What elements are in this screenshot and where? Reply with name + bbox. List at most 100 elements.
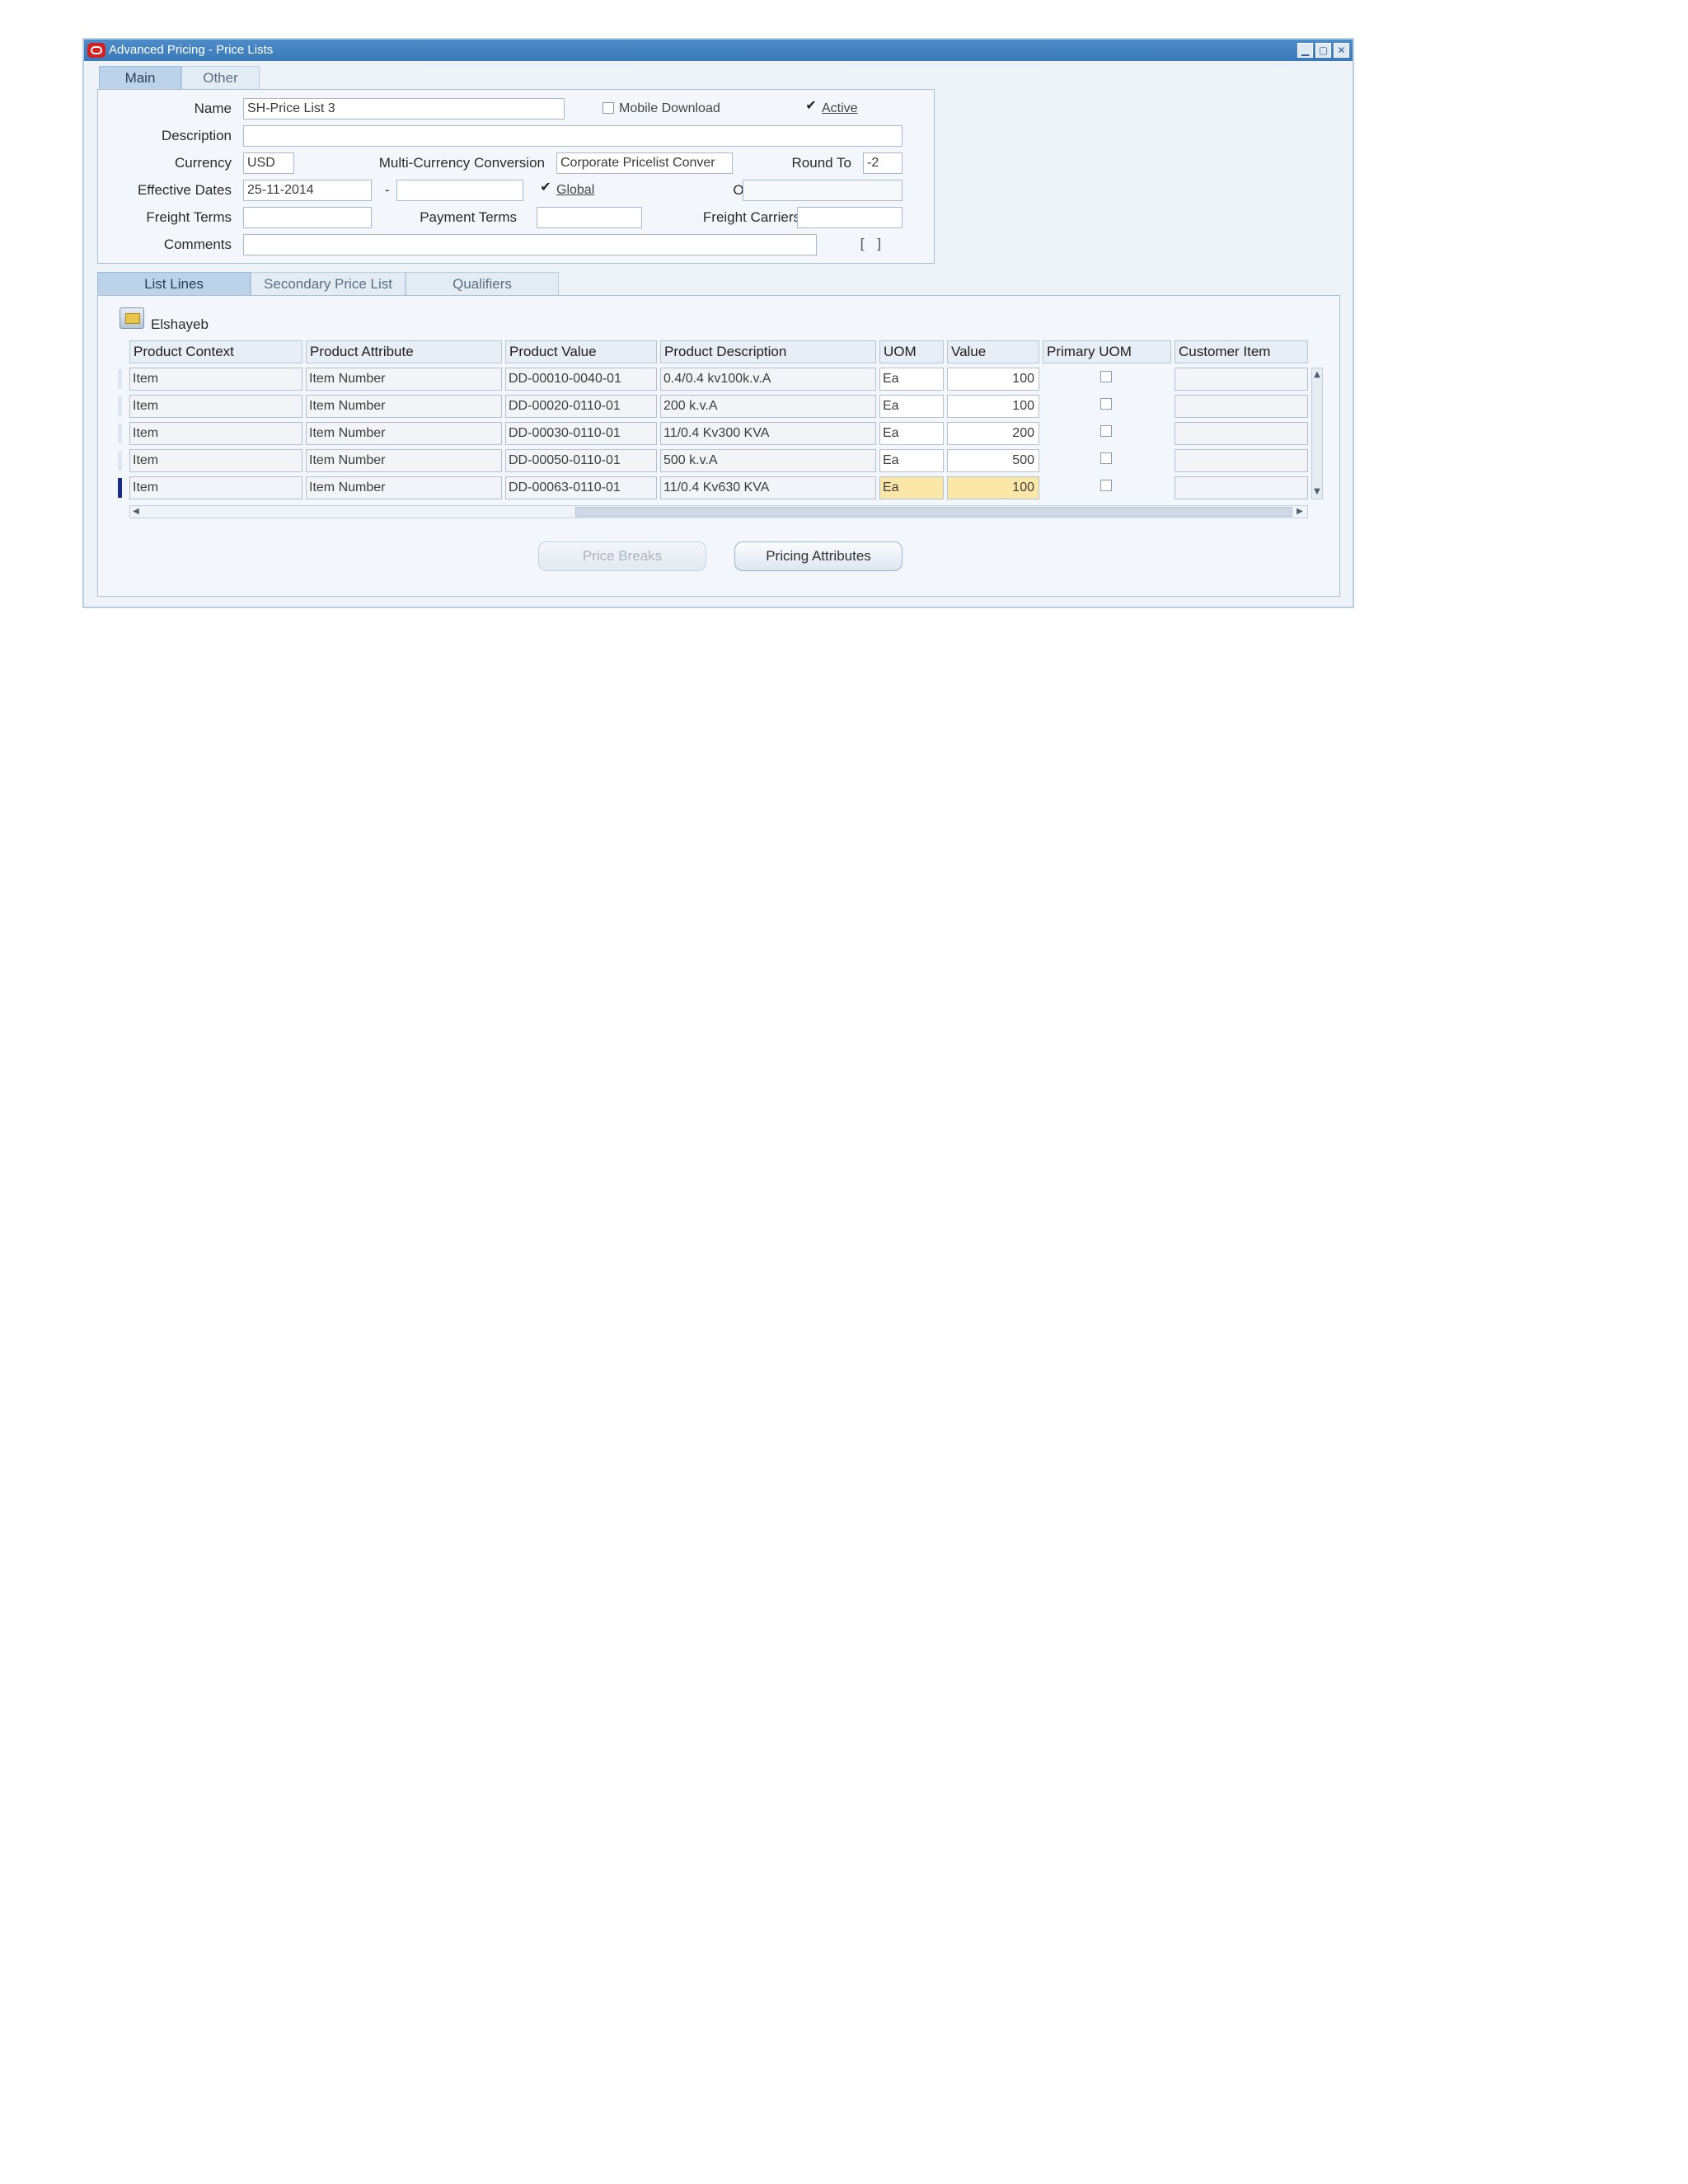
cell-product-value[interactable]: DD-00010-0040-01: [505, 368, 657, 391]
row-indicator[interactable]: [118, 424, 122, 443]
effective-dates-label: Effective Dates: [137, 182, 232, 198]
cell-product-value[interactable]: DD-00030-0110-01: [505, 422, 657, 445]
cell-value[interactable]: 100: [947, 368, 1039, 391]
cell-product-attribute[interactable]: Item Number: [306, 395, 502, 418]
cell-product-context[interactable]: Item: [129, 395, 302, 418]
col-header-customer-item[interactable]: Customer Item: [1175, 340, 1308, 363]
cell-product-attribute[interactable]: Item Number: [306, 422, 502, 445]
cell-value[interactable]: 500: [947, 449, 1039, 472]
tab-secondary-price-list[interactable]: Secondary Price List: [251, 272, 406, 295]
cell-uom[interactable]: Ea: [879, 368, 944, 391]
scroll-up-icon[interactable]: ▲: [1311, 370, 1323, 379]
round-to-field[interactable]: -2: [863, 152, 903, 174]
horizontal-scrollbar[interactable]: ◀ ▶: [129, 505, 1308, 518]
col-header-product-context[interactable]: Product Context: [129, 340, 302, 363]
col-header-value[interactable]: Value: [947, 340, 1039, 363]
col-header-product-value[interactable]: Product Value: [505, 340, 657, 363]
window-title-bar[interactable]: Advanced Pricing - Price Lists ▁ ▢ ✕: [84, 40, 1353, 61]
effective-to-field[interactable]: [396, 180, 523, 201]
folder-icon[interactable]: [120, 307, 144, 329]
close-icon[interactable]: ✕: [1334, 43, 1349, 58]
horizontal-scroll-thumb[interactable]: [575, 507, 1292, 517]
currency-field[interactable]: USD: [243, 152, 294, 174]
minimize-icon[interactable]: ▁: [1297, 43, 1313, 58]
cell-product-attribute[interactable]: Item Number: [306, 449, 502, 472]
effective-from-field[interactable]: 25-11-2014: [243, 180, 372, 201]
cell-uom[interactable]: Ea: [879, 395, 944, 418]
row-indicator[interactable]: [118, 396, 122, 416]
cell-product-attribute[interactable]: Item Number: [306, 476, 502, 499]
vertical-scrollbar[interactable]: ▲ ▼: [1311, 368, 1323, 499]
description-label: Description: [161, 128, 232, 143]
cell-customer-item[interactable]: [1175, 476, 1308, 499]
row-indicator[interactable]: [118, 369, 122, 389]
cell-product-context[interactable]: Item: [129, 476, 302, 499]
cell-product-description[interactable]: 11/0.4 Kv300 KVA: [660, 422, 876, 445]
operating-unit-field[interactable]: [743, 180, 903, 201]
cell-product-attribute[interactable]: Item Number: [306, 368, 502, 391]
cell-value[interactable]: 200: [947, 422, 1039, 445]
primary-uom-checkbox[interactable]: [1100, 371, 1112, 382]
price-breaks-button[interactable]: Price Breaks: [538, 541, 706, 571]
col-header-product-attribute[interactable]: Product Attribute: [306, 340, 502, 363]
maximize-icon[interactable]: ▢: [1315, 43, 1331, 58]
pricing-attributes-button[interactable]: Pricing Attributes: [734, 541, 903, 571]
primary-uom-checkbox[interactable]: [1100, 452, 1112, 464]
col-header-product-description[interactable]: Product Description: [660, 340, 876, 363]
cell-product-value[interactable]: DD-00020-0110-01: [505, 395, 657, 418]
scroll-right-icon[interactable]: ▶: [1294, 507, 1306, 516]
active-checkbox[interactable]: ✔: [805, 99, 817, 112]
cell-product-value[interactable]: DD-00063-0110-01: [505, 476, 657, 499]
cell-customer-item[interactable]: [1175, 422, 1308, 445]
cell-value[interactable]: 100: [947, 476, 1039, 499]
cell-product-description[interactable]: 500 k.v.A: [660, 449, 876, 472]
scroll-left-icon[interactable]: ◀: [130, 507, 142, 516]
description-field[interactable]: [243, 125, 903, 147]
global-checkbox[interactable]: ✔: [540, 180, 551, 194]
window-controls: ▁ ▢ ✕: [1297, 43, 1349, 58]
tab-other[interactable]: Other: [181, 66, 260, 89]
tab-main[interactable]: Main: [99, 66, 181, 89]
cell-customer-item[interactable]: [1175, 395, 1308, 418]
freight-terms-label: Freight Terms: [146, 209, 232, 225]
folder-name: Elshayeb: [151, 316, 209, 332]
currency-label: Currency: [175, 155, 232, 171]
cell-product-context[interactable]: Item: [129, 449, 302, 472]
cell-customer-item[interactable]: [1175, 368, 1308, 391]
col-header-uom[interactable]: UOM: [879, 340, 944, 363]
price-lists-window: Advanced Pricing - Price Lists ▁ ▢ ✕ Mai…: [82, 38, 1354, 608]
mobile-download-checkbox[interactable]: [603, 102, 614, 114]
cell-product-value[interactable]: DD-00050-0110-01: [505, 449, 657, 472]
primary-uom-checkbox[interactable]: [1100, 398, 1112, 410]
col-header-primary-uom[interactable]: Primary UOM: [1043, 340, 1171, 363]
list-lines-panel: Elshayeb Product Context Product Attribu…: [97, 295, 1340, 597]
freight-terms-field[interactable]: [243, 207, 372, 228]
payment-terms-field[interactable]: [537, 207, 642, 228]
global-label: Global: [556, 183, 595, 197]
primary-uom-checkbox[interactable]: [1100, 480, 1112, 491]
name-field[interactable]: SH-Price List 3: [243, 98, 565, 120]
cell-product-context[interactable]: Item: [129, 368, 302, 391]
cell-customer-item[interactable]: [1175, 449, 1308, 472]
round-to-label: Round To: [791, 155, 851, 171]
cell-product-description[interactable]: 0.4/0.4 kv100k.v.A: [660, 368, 876, 391]
cell-uom[interactable]: Ea: [879, 449, 944, 472]
cell-value[interactable]: 100: [947, 395, 1039, 418]
scroll-down-icon[interactable]: ▼: [1311, 487, 1323, 496]
primary-uom-checkbox[interactable]: [1100, 425, 1112, 437]
freight-carriers-field[interactable]: [797, 207, 903, 228]
multi-currency-field[interactable]: Corporate Pricelist Conver: [556, 152, 733, 174]
comments-field[interactable]: [243, 234, 817, 255]
row-indicator[interactable]: [118, 451, 122, 471]
cell-uom[interactable]: Ea: [879, 422, 944, 445]
current-row-indicator[interactable]: [118, 478, 122, 498]
cell-uom[interactable]: Ea: [879, 476, 944, 499]
tab-qualifiers[interactable]: Qualifiers: [406, 272, 559, 295]
comments-label: Comments: [163, 237, 232, 252]
descriptive-flexfield[interactable]: [ ]: [858, 234, 884, 255]
cell-product-description[interactable]: 200 k.v.A: [660, 395, 876, 418]
cell-product-description[interactable]: 11/0.4 Kv630 KVA: [660, 476, 876, 499]
cell-product-context[interactable]: Item: [129, 422, 302, 445]
tab-list-lines[interactable]: List Lines: [97, 272, 251, 295]
name-label: Name: [194, 101, 232, 116]
